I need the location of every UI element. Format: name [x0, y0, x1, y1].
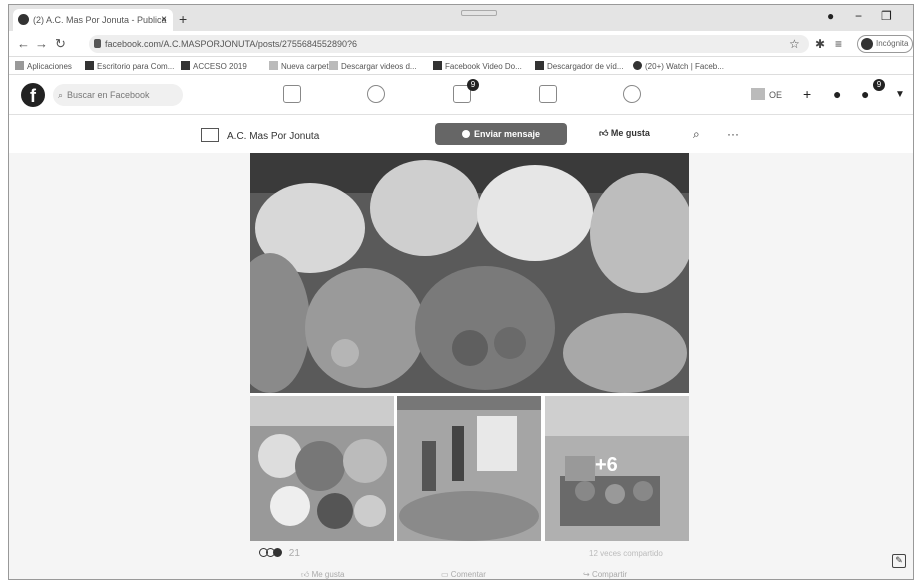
bookmark-item[interactable]: Aplicaciones	[15, 61, 72, 71]
account-menu-chevron-down-icon[interactable]: ▼	[895, 89, 905, 100]
bookmarks-bar: Aplicaciones Escritorio para Com... ACCE…	[9, 57, 913, 75]
facebook-favicon-icon	[18, 14, 29, 25]
share-count[interactable]: 12 veces compartido	[589, 549, 663, 558]
like-page-button[interactable]: 👍︎ Me gusta	[599, 128, 650, 139]
bookmark-star-icon[interactable]: ☆	[789, 37, 800, 51]
photo-grid: +6	[250, 153, 689, 541]
bookmark-icon	[433, 61, 442, 70]
like-action-button[interactable]: 👍︎ Me gusta	[301, 570, 345, 580]
url-text: facebook.com/A.C.MASPORJONUTA/posts/2755…	[105, 39, 357, 49]
bookmark-item[interactable]: (20+) Watch | Faceb...	[633, 61, 724, 71]
bookmark-icon	[85, 61, 94, 70]
notifications-badge: 9	[873, 79, 885, 91]
incognito-icon	[861, 38, 873, 50]
groups-icon[interactable]	[623, 85, 641, 103]
window-drag-handle	[461, 10, 497, 16]
reactions-summary[interactable]: 21	[259, 548, 300, 559]
page-name[interactable]: A.C. Mas Por Jonuta	[201, 128, 319, 142]
account-circle-icon[interactable]: ●	[827, 9, 834, 23]
home-icon[interactable]	[283, 85, 301, 103]
search-input[interactable]: ⌕ Buscar en Facebook	[53, 84, 183, 106]
bookmark-icon	[329, 61, 338, 70]
search-placeholder: Buscar en Facebook	[67, 90, 150, 100]
apps-grid-icon	[15, 61, 24, 70]
avatar	[751, 88, 765, 100]
new-message-edit-icon[interactable]: ✎	[892, 554, 906, 568]
search-icon[interactable]: ⌕	[693, 127, 700, 142]
incognito-badge[interactable]: Incógnita	[857, 35, 913, 53]
extension-icon[interactable]: ✱	[815, 37, 825, 51]
comment-action-button[interactable]: ▭ Comentar	[441, 570, 486, 579]
reload-icon[interactable]: ↻	[55, 36, 66, 52]
browser-tab[interactable]: (2) A.C. Mas Por Jonuta - Publica ×	[13, 9, 173, 31]
tab-close-icon[interactable]: ×	[161, 9, 167, 31]
watch-badge: 9	[467, 79, 479, 91]
bookmark-item[interactable]: Escritorio para Com...	[85, 61, 174, 71]
share-action-button[interactable]: ↪ Compartir	[583, 570, 627, 579]
bookmark-item[interactable]: Nueva carpeta	[269, 61, 333, 71]
folder-icon	[269, 61, 278, 70]
thumbs-up-icon: 👍︎	[599, 128, 611, 138]
friends-icon[interactable]	[367, 85, 385, 103]
url-bar[interactable]: facebook.com/A.C.MASPORJONUTA/posts/2755…	[89, 35, 809, 53]
incognito-label: Incógnita	[876, 39, 909, 48]
create-plus-icon[interactable]: +	[803, 86, 811, 102]
profile-name: OE	[769, 90, 783, 100]
search-icon: ⌕	[58, 90, 64, 100]
more-options-button[interactable]: ···	[727, 127, 739, 141]
bookmark-item[interactable]: ACCESO 2019	[181, 61, 247, 71]
people-room-image	[397, 396, 541, 541]
more-photos-count: +6	[595, 454, 618, 476]
profile-shortcut[interactable]: OE	[751, 86, 787, 104]
navigation-bar: ← → ↻ facebook.com/A.C.MASPORJONUTA/post…	[9, 31, 913, 57]
new-tab-button[interactable]: +	[179, 11, 187, 27]
notifications-icon[interactable]: ●	[861, 86, 869, 102]
bookmark-icon	[181, 61, 190, 70]
send-message-button[interactable]: Enviar mensaje	[435, 123, 567, 145]
main-photo[interactable]	[250, 153, 689, 393]
page-header: A.C. Mas Por Jonuta Enviar mensaje 👍︎ Me…	[9, 115, 913, 153]
messenger-icon[interactable]: ●	[833, 86, 841, 102]
produce-bags-image	[250, 153, 689, 393]
vegetables-image	[250, 396, 394, 541]
bookmark-item[interactable]: Descargar videos d...	[329, 61, 417, 71]
lock-icon	[94, 39, 101, 48]
browser-window: (2) A.C. Mas Por Jonuta - Publica × + ● …	[8, 4, 914, 580]
minimize-icon[interactable]: −	[855, 9, 862, 23]
tab-title: (2) A.C. Mas Por Jonuta - Publica	[33, 15, 167, 25]
photo-thumbnail[interactable]	[397, 396, 541, 541]
back-arrow-icon[interactable]: ←	[17, 36, 30, 51]
reading-list-icon[interactable]: ≡	[835, 37, 842, 51]
reaction-count: 21	[288, 548, 300, 559]
bookmark-icon	[633, 61, 642, 70]
bookmark-item[interactable]: Descargador de víd...	[535, 61, 623, 71]
care-reaction-icon	[273, 548, 282, 557]
page-avatar	[201, 128, 219, 142]
photo-thumbnail[interactable]: +6	[545, 396, 689, 541]
messenger-icon	[461, 130, 470, 138]
bookmark-icon	[535, 61, 544, 70]
marketplace-icon[interactable]	[539, 85, 557, 103]
forward-arrow-icon[interactable]: →	[35, 36, 48, 51]
tab-bar: (2) A.C. Mas Por Jonuta - Publica × + ● …	[9, 5, 913, 31]
bookmark-item[interactable]: Facebook Video Do...	[433, 61, 522, 71]
facebook-logo-icon[interactable]: f	[21, 83, 45, 107]
photo-thumbnail[interactable]	[250, 396, 394, 541]
maximize-icon[interactable]: ❐	[881, 9, 892, 23]
facebook-header: f ⌕ Buscar en Facebook 9 OE + ● ● 9 ▼	[9, 75, 913, 115]
